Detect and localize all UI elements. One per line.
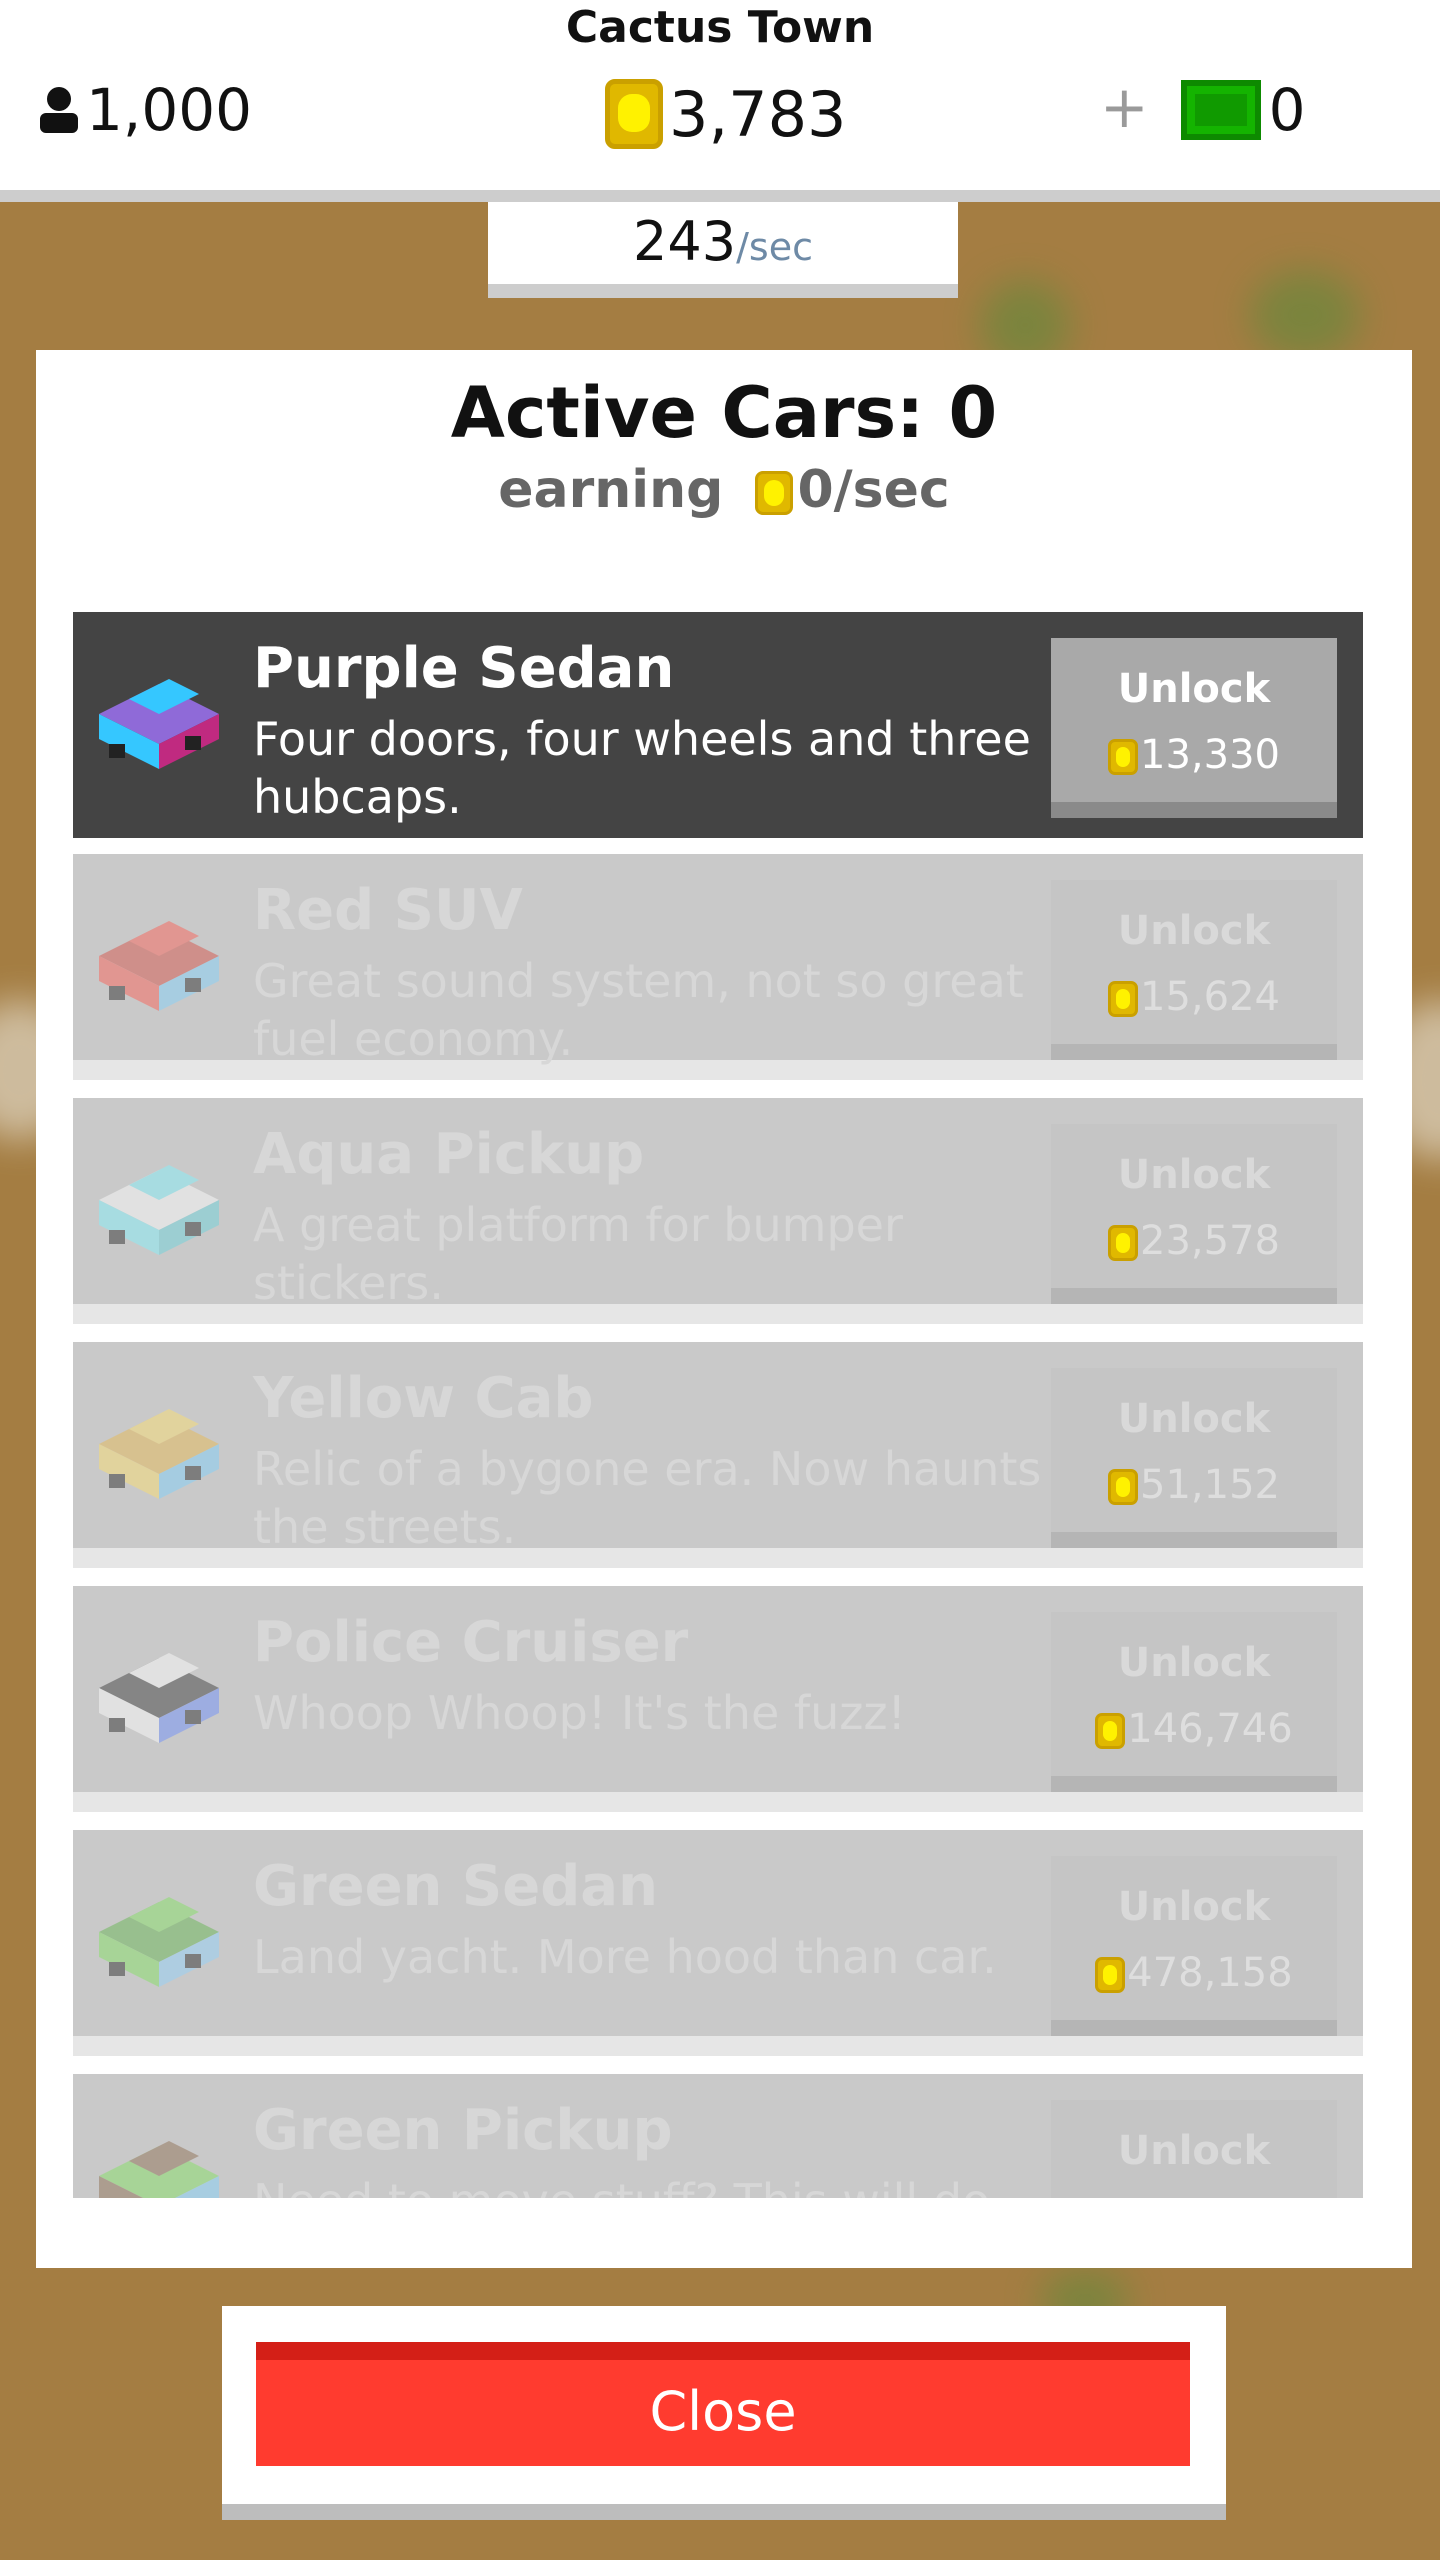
unlock-label: Unlock xyxy=(1117,1640,1271,1686)
coin-icon xyxy=(605,79,663,149)
close-button-frame: Close xyxy=(222,2306,1226,2520)
car-row: Aqua Pickup A great platform for bumper s… xyxy=(73,1098,1363,1324)
unlock-button[interactable]: Unlock 13,330 xyxy=(1051,638,1337,818)
cash-counter[interactable]: + 0 xyxy=(1100,70,1306,150)
unlock-label: Unlock xyxy=(1117,666,1271,712)
unlock-label: Unlock xyxy=(1117,1396,1271,1442)
coin-icon xyxy=(1095,1713,1126,1749)
green-pickup-icon xyxy=(99,2141,219,2198)
coin-icon xyxy=(1108,1469,1139,1505)
coin-icon xyxy=(1108,1225,1139,1261)
unlock-cost: 23,578 xyxy=(1051,1218,1337,1264)
unlock-label: Unlock xyxy=(1117,1152,1271,1198)
close-button[interactable]: Close xyxy=(256,2342,1190,2466)
cash-bill-icon xyxy=(1180,80,1261,140)
income-rate-unit: /sec xyxy=(736,225,813,269)
unlock-button[interactable]: Unlock 146,746 xyxy=(1051,1612,1337,1792)
unlock-button[interactable]: Unlock 15,624 xyxy=(1051,880,1337,1060)
car-row: Red SUV Great sound system, not so great … xyxy=(73,854,1363,1080)
car-row: Police Cruiser Whoop Whoop! It's the fuzz… xyxy=(73,1586,1363,1812)
car-name: Green Sedan xyxy=(253,1854,658,1919)
unlock-cost-value: 146,746 xyxy=(1127,1706,1293,1752)
car-name: Yellow Cab xyxy=(253,1366,594,1431)
unlock-button[interactable]: Unlock 478,158 xyxy=(1051,1856,1337,2036)
unlock-label: Unlock xyxy=(1117,1884,1271,1930)
unlock-cost-value: 15,624 xyxy=(1140,974,1280,1020)
car-row: Yellow Cab Relic of a bygone era. Now hau… xyxy=(73,1342,1363,1568)
earning-line: earning 0/sec xyxy=(36,460,1412,520)
car-description: Whoop Whoop! It's the fuzz! xyxy=(253,1686,906,1740)
population-value: 1,000 xyxy=(86,76,253,144)
car-description: Need to move stuff? This will do the xyxy=(253,2172,1043,2198)
yellow-cab-icon xyxy=(99,1409,219,1499)
population-counter: 1,000 xyxy=(36,70,252,150)
coin-icon xyxy=(755,471,794,515)
coin-icon xyxy=(1108,739,1139,775)
unlock-button[interactable]: Unlock 23,578 xyxy=(1051,1124,1337,1304)
car-row: Green Pickup Need to move stuff? This wil… xyxy=(73,2074,1363,2198)
cash-value: 0 xyxy=(1268,76,1306,144)
car-name: Red SUV xyxy=(253,878,523,943)
earning-label: earning xyxy=(498,460,724,520)
car-name: Aqua Pickup xyxy=(253,1122,645,1187)
unlock-cost: 15,624 xyxy=(1051,974,1337,1020)
car-description: Four doors, four wheels and three hubcap… xyxy=(253,712,1031,824)
unlock-button[interactable]: Unlock xyxy=(1051,2100,1337,2198)
unlock-cost-value: 51,152 xyxy=(1140,1462,1280,1508)
car-name: Green Pickup xyxy=(253,2098,673,2163)
person-icon xyxy=(40,87,78,133)
background-tree-blob xyxy=(1250,270,1360,360)
car-list[interactable]: Purple Sedan Four doors, four wheels and … xyxy=(73,612,1363,2198)
town-name: Cactus Town xyxy=(565,2,875,53)
unlock-button[interactable]: Unlock 51,152 xyxy=(1051,1368,1337,1548)
car-description: A great platform for bumper stickers. xyxy=(253,1198,903,1310)
income-rate-tab: 243/sec xyxy=(488,202,958,298)
coin-icon xyxy=(1095,1957,1126,1993)
aqua-pickup-icon xyxy=(99,1165,219,1255)
income-rate-value: 243 xyxy=(633,210,737,273)
car-row: Green Sedan Land yacht. More hood than ca… xyxy=(73,1830,1363,2056)
green-sedan-icon xyxy=(99,1897,219,1987)
earning-value: 0/sec xyxy=(797,460,950,520)
purple-sedan-icon xyxy=(99,679,219,769)
unlock-cost: 51,152 xyxy=(1051,1462,1337,1508)
unlock-label: Unlock xyxy=(1117,908,1271,954)
panel-title: Active Cars: 0 xyxy=(450,372,998,454)
car-description: Land yacht. More hood than car. xyxy=(253,1930,997,1984)
coin-value: 3,783 xyxy=(669,77,847,151)
top-hud: Cactus Town 1,000 3,783 + 0 xyxy=(0,0,1440,202)
car-name: Police Cruiser xyxy=(253,1610,689,1675)
coin-counter: 3,783 xyxy=(605,74,847,154)
car-description: Relic of a bygone era. Now haunts the st… xyxy=(253,1442,1042,1554)
car-name: Purple Sedan xyxy=(253,636,675,701)
unlock-cost-value: 23,578 xyxy=(1140,1218,1280,1264)
unlock-cost: 478,158 xyxy=(1051,1950,1337,1996)
unlock-cost-value: 478,158 xyxy=(1127,1950,1293,1996)
car-description: Great sound system, not so great fuel ec… xyxy=(253,954,1024,1066)
car-row: Purple Sedan Four doors, four wheels and … xyxy=(73,612,1363,838)
red-suv-icon xyxy=(99,921,219,1011)
add-cash-button[interactable]: + xyxy=(1100,73,1149,141)
unlock-label: Unlock xyxy=(1117,2128,1271,2174)
unlock-cost: 146,746 xyxy=(1051,1706,1337,1752)
police-cruiser-icon xyxy=(99,1653,219,1743)
coin-icon xyxy=(1108,981,1139,1017)
active-cars-panel: Active Cars: 0 earning 0/sec Purple Seda… xyxy=(36,350,1412,2268)
unlock-cost: 13,330 xyxy=(1051,732,1337,778)
unlock-cost-value: 13,330 xyxy=(1140,732,1280,778)
